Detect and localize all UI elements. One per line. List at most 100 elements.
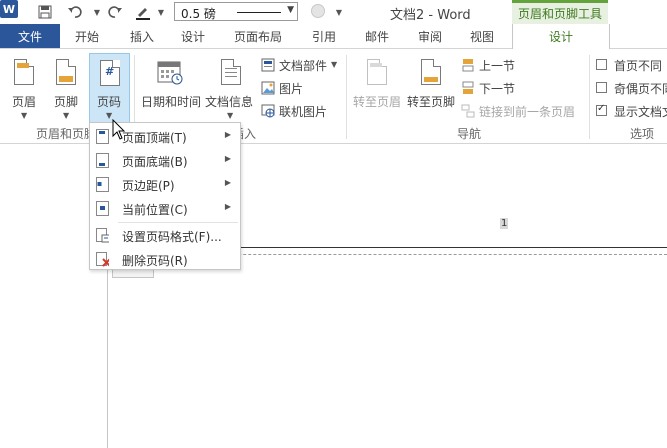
checkbox-box: ✓ (596, 103, 607, 116)
chevron-down-icon: ▼ (287, 5, 294, 15)
pen-dropdown-icon[interactable]: ▼ (152, 3, 170, 21)
ribbon-tabs: 文件 开始 插入 设计 页面布局 引用 邮件 审阅 视图 设计 (0, 24, 667, 49)
remove-page-numbers-icon (96, 252, 109, 267)
link-to-previous-button: 链接到前一条页眉 (459, 102, 585, 120)
goto-footer-button[interactable]: 转至页脚 (405, 53, 457, 123)
document-info-button[interactable]: 文档信息 ▼ (204, 53, 258, 123)
show-document-text-checkbox[interactable]: ✓ 显示文档文字 (594, 103, 667, 119)
chevron-down-icon: ▼ (21, 111, 28, 120)
group-label-navigation: 导航 (457, 127, 482, 141)
menu-item-remove-page-numbers[interactable]: 删除页码(R) (91, 247, 239, 271)
word-icon[interactable]: W (0, 0, 18, 18)
tab-view[interactable]: 视图 (470, 24, 494, 48)
calendar-icon (157, 59, 183, 85)
date-time-button[interactable]: 日期和时间 (140, 53, 204, 123)
redo-icon[interactable] (106, 3, 124, 21)
undo-icon[interactable] (66, 3, 84, 21)
checkbox-box (596, 82, 607, 93)
checkmark-icon: ✓ (597, 103, 606, 114)
tab-insert[interactable]: 插入 (130, 24, 154, 48)
next-section-button[interactable]: 下一节 (459, 79, 523, 97)
chevron-down-icon: ▼ (63, 111, 70, 120)
menu-item-label: 页面底端(B) (122, 155, 188, 169)
page-margins-icon (96, 177, 109, 192)
chevron-down-icon: ▼ (331, 60, 338, 69)
undo-dropdown-icon[interactable]: ▼ (88, 3, 106, 21)
next-section-label: 下一节 (479, 82, 516, 96)
submenu-arrow-icon: ▶ (224, 154, 231, 163)
submenu-arrow-icon: ▶ (224, 202, 231, 211)
different-odd-even-checkbox[interactable]: 奇偶页不同 (594, 80, 667, 96)
next-section-icon (462, 81, 474, 94)
line-weight-value: 0.5 磅 (181, 7, 216, 21)
menu-item-label: 页边距(P) (122, 179, 175, 193)
pen-color-icon[interactable] (134, 3, 152, 21)
mouse-cursor-icon (112, 119, 126, 140)
format-page-numbers-icon (96, 228, 109, 243)
date-time-label: 日期和时间 (141, 95, 202, 109)
goto-header-button: 转至页眉 (351, 53, 403, 123)
context-tab-group-label: 页眉和页脚工具 (512, 0, 608, 24)
menu-item-current-position[interactable]: 当前位置(C) ▶ (91, 196, 239, 220)
picture-icon (261, 81, 275, 95)
menu-item-page-margins[interactable]: 页边距(P) ▶ (91, 172, 239, 196)
different-first-page-checkbox[interactable]: 首页不同 (594, 57, 667, 73)
footer-icon (56, 59, 76, 85)
menu-item-label: 页面顶端(T) (122, 131, 187, 145)
tab-mailings[interactable]: 邮件 (365, 24, 389, 48)
page-number-button[interactable]: # 页码 ▼ (89, 53, 130, 123)
group-label-options: 选项 (630, 127, 655, 141)
document-parts-button[interactable]: 文档部件 ▼ (259, 56, 341, 74)
goto-footer-icon (421, 59, 441, 85)
group-label-header-footer: 页眉和页脚 (36, 127, 97, 141)
header-icon (14, 59, 34, 85)
different-odd-even-label: 奇偶页不同 (614, 82, 667, 96)
page-number-label: 页码 (97, 95, 122, 109)
checkbox-box (596, 59, 607, 70)
group-separator (589, 55, 590, 139)
link-to-previous-label: 链接到前一条页眉 (479, 105, 576, 119)
tab-design[interactable]: 设计 (181, 24, 205, 48)
online-picture-icon (261, 104, 275, 118)
chevron-down-icon: ▼ (227, 111, 234, 120)
show-document-text-label: 显示文档文字 (614, 105, 667, 119)
document-info-icon (221, 59, 241, 85)
tab-page-layout[interactable]: 页面布局 (234, 24, 282, 48)
online-picture-button[interactable]: 联机图片 (259, 102, 339, 120)
shape-dropdown-icon[interactable]: ▼ (330, 3, 348, 21)
group-separator (346, 55, 347, 139)
footer-label: 页脚 (54, 95, 79, 109)
menu-item-format-page-numbers[interactable]: 设置页码格式(F)... (91, 223, 239, 247)
submenu-arrow-icon: ▶ (224, 178, 231, 187)
online-picture-label: 联机图片 (279, 105, 328, 119)
different-first-page-label: 首页不同 (614, 59, 663, 73)
picture-label: 图片 (279, 82, 304, 96)
picture-button[interactable]: 图片 (259, 79, 319, 97)
submenu-arrow-icon: ▶ (224, 130, 231, 139)
document-parts-label: 文档部件 (279, 59, 328, 73)
menu-item-bottom-of-page[interactable]: 页面底端(B) ▶ (91, 148, 239, 172)
previous-section-icon (462, 59, 474, 72)
goto-footer-label: 转至页脚 (407, 95, 456, 109)
current-position-icon (96, 201, 109, 216)
tab-header-footer-design[interactable]: 设计 (512, 24, 610, 49)
document-info-label: 文档信息 (205, 95, 254, 109)
menu-item-label: 设置页码格式(F)... (122, 230, 222, 244)
tab-home[interactable]: 开始 (75, 24, 99, 48)
footer-button[interactable]: 页脚 ▼ (46, 53, 84, 123)
page-number-menu: 页面顶端(T) ▶ 页面底端(B) ▶ 页边距(P) ▶ 当前位置(C) ▶ 设… (89, 122, 241, 270)
line-preview (237, 12, 281, 13)
page-number-field[interactable]: 1 (500, 218, 509, 229)
tab-review[interactable]: 审阅 (418, 24, 442, 48)
header-button[interactable]: 页眉 ▼ (4, 53, 42, 123)
previous-section-button[interactable]: 上一节 (459, 56, 523, 74)
menu-item-label: 当前位置(C) (122, 203, 188, 217)
document-parts-icon (261, 58, 275, 72)
tab-references[interactable]: 引用 (312, 24, 336, 48)
line-weight-select[interactable]: 0.5 磅 ▼ (174, 2, 298, 21)
window-title: 文档2 - Word (390, 8, 471, 23)
top-of-page-icon (96, 129, 109, 144)
save-icon[interactable] (36, 3, 54, 21)
shape-fill-icon[interactable] (311, 4, 325, 18)
tab-file[interactable]: 文件 (0, 24, 60, 48)
